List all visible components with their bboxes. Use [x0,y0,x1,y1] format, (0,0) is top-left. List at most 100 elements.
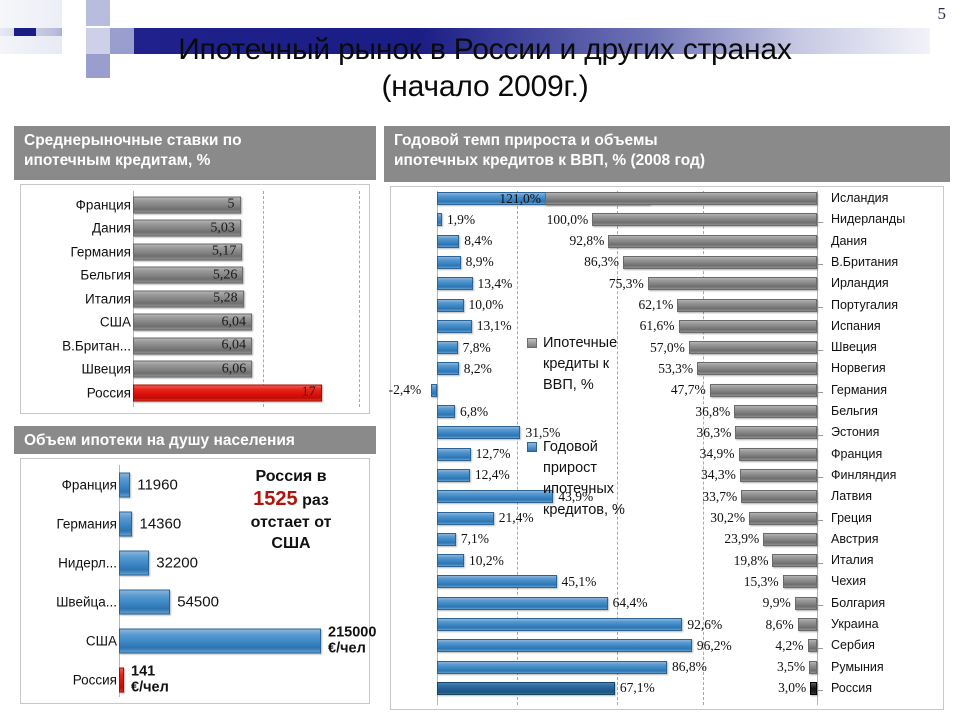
note-line-4: США [271,534,311,552]
table-row: Италия 5,28 [21,287,369,311]
rates-bar: 6,06 [133,360,253,378]
growth-bar [437,319,472,333]
russia-gap-note: Россия в 1525 раз отстает от США [221,467,361,554]
table-row: Франция 5 [21,193,369,217]
gdp-value-label: 57,0% [649,339,685,355]
growth-value-label: 86,8% [672,659,707,675]
rates-bar: 6,04 [133,313,253,331]
gdp-bar [809,660,817,674]
gdp-country-label: Португалия [831,297,899,312]
legend-label-line: ипотечных [543,481,614,498]
growth-value-label: 6,8% [460,403,489,419]
legend-label-line: кредитов, % [543,502,625,519]
gdp-bar [738,447,817,461]
legend-label: Годовой прирост ипотечных кредитов, % [543,437,635,521]
percapita-value-label: 141 €/чел [131,663,169,696]
gdp-bar [797,618,817,631]
panel-mortgage-per-capita-chart: Франция 11960 Германия 14360 Нидерл... 32200 Ш… [20,458,376,704]
gdp-value-label: 75,3% [608,275,644,291]
growth-bar [437,490,554,504]
gdp-country-label: Чехия [831,574,867,589]
gdp-value-label: 47,7% [670,382,706,398]
note-multiplier: 1525 [253,488,298,511]
gdp-value-label: 3,5% [777,659,806,675]
category-axis-tick [818,349,823,351]
growth-bar [437,575,557,589]
page-number: 5 [937,4,947,23]
rates-value-label: 6,04 [221,337,247,353]
percapita-category-label: Швейца... [56,594,117,609]
gdp-bar [749,511,817,525]
growth-value-label: 12,7% [475,446,511,462]
percapita-bar [119,511,133,536]
category-axis-tick [818,434,823,436]
gdp-value-label: 100,0% [546,211,589,227]
legend-label-line: ВВП, % [543,377,594,394]
rates-value-label: 5,28 [213,290,238,306]
growth-value-label: 45,1% [561,573,597,589]
gdp-country-label: Россия [831,680,872,695]
panel-gdp-growth-chart: 80,2%121,0%Исландия1,9%100,0%Нидерланды8… [389,186,944,710]
gdp-country-label: Германия [831,382,888,397]
note-line-2-tail: раз [302,492,329,510]
growth-value-label: 7,1% [460,531,489,547]
gdp-value-label: 15,3% [743,573,779,589]
growth-value-label: 21,4% [498,510,534,525]
gdp-bar [647,277,817,291]
growth-bar [437,362,459,376]
panel-average-rates-chart: Франция 5 Дания 5,03 Германия 5,17 Бельгия 5,26… [20,184,370,414]
growth-bar [437,341,458,355]
note-line-2: 1525 раз [221,487,361,513]
gdp-country-label: Греция [831,510,872,525]
panel-mortgage-per-capita-title: Объем ипотеки на душу населения [14,426,376,454]
gdp-value-label: 30,2% [710,510,746,525]
category-axis-tick [818,690,823,692]
gdp-country-label: Украина [831,617,879,631]
percapita-category-label: Нидерл... [58,555,117,570]
gdp-value-label: 36,3% [696,424,732,440]
growth-bar [437,660,668,674]
rates-category-label: Россия [86,385,131,401]
table-row: Бельгия 5,26 [21,264,369,288]
gdp-country-label: Латвия [831,489,872,504]
rates-category-label: США [99,314,131,330]
gdp-value-label: 62,1% [638,297,674,312]
gdp-axis-line [817,191,818,705]
category-axis-tick [818,605,823,607]
gdp-value-label: 121,0% [499,190,541,206]
category-axis-tick [818,392,823,394]
gdp-country-label: Нидерланды [831,212,906,227]
legend-swatch-gray [527,338,537,348]
gdp-bar [592,213,817,227]
panel-gdp-growth-title-line-2: ипотечных кредитов к ВВП, % (2008 год) [394,151,705,169]
deco-square-10 [0,0,62,28]
percapita-category-label: США [85,633,117,648]
percapita-value-number: 215000 [328,623,377,640]
growth-bar [437,298,464,312]
gdp-country-label: Финляндия [831,467,897,482]
percapita-bar [119,472,131,497]
growth-value-label: 10,0% [468,297,504,312]
table-row: В.Британ... 6,04 [21,334,369,358]
rates-value-label: 5,17 [211,243,237,259]
percapita-bar [119,667,124,692]
percapita-value-number: 141 [131,662,156,679]
gdp-value-label: 86,3% [584,254,619,270]
percapita-value-label: 11960 [137,476,178,493]
rates-bar: 17 [133,384,322,402]
slide-title-line-2: (начало 2009г.) [381,69,589,103]
gdp-value-label: 34,3% [701,467,736,483]
gdp-bar [734,405,817,418]
gdp-value-label: 4,2% [775,637,804,653]
gdp-bar [623,255,817,269]
rates-value-label: 6,04 [221,314,247,330]
gdp-bar [782,575,817,589]
gdp-bar [709,383,817,397]
legend-label-line: Годовой [543,439,598,455]
category-axis-tick [818,562,823,564]
growth-bar [437,511,494,525]
growth-value-label: 13,4% [477,275,513,291]
growth-bar [437,426,521,440]
gdp-country-label: Австрия [831,531,879,546]
growth-bar [437,681,615,695]
